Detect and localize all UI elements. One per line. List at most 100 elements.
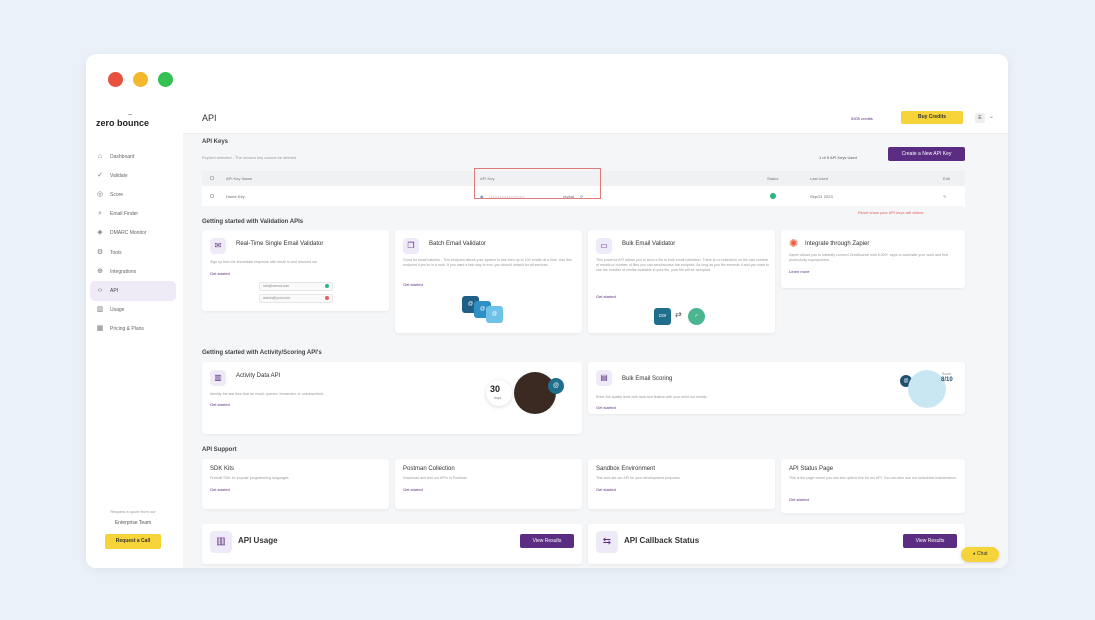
verified-icon: ✓ (688, 308, 705, 325)
get-started-link[interactable]: Get started (210, 271, 230, 276)
sidebar-item-integrations[interactable]: ⊕ Integrations (90, 262, 176, 281)
price-tag-icon: ▦ (96, 325, 104, 333)
row-checkbox[interactable] (210, 194, 214, 198)
card-api-usage: ▥ API Usage View Results (202, 524, 582, 564)
card-bulk-validator[interactable]: ▭ Bulk Email Validator This powerful API… (588, 230, 775, 333)
minimize-window-button[interactable] (133, 72, 148, 87)
person-avatar (908, 370, 946, 408)
bar-chart-icon: ▥ (210, 531, 232, 553)
card-sdk-kits[interactable]: SDK Kits Prebuilt SDK for popular progra… (202, 459, 389, 509)
get-started-link[interactable]: Get started (596, 487, 616, 492)
zapier-icon: ✺ (789, 238, 799, 250)
card-zapier[interactable]: ✺ Integrate through Zapier Zapier allows… (781, 230, 965, 288)
card-api-callback: ⇆ API Callback Status View Results (588, 524, 965, 564)
sidebar-item-pricing[interactable]: ▦ Pricing & Plans (90, 320, 176, 339)
sidebar-item-usage[interactable]: ▥ Usage (90, 301, 176, 320)
card-title: Batch Email Validator (429, 241, 486, 247)
column-header: Edit (943, 176, 950, 181)
avatar[interactable]: E (975, 113, 985, 123)
promo-team: Enterprise Team (114, 520, 152, 526)
card-bulk-scoring[interactable]: ▤ Bulk Email Scoring Enter the quality l… (588, 362, 965, 414)
logo[interactable]: zero bounce (96, 118, 149, 128)
activity-section-title: Getting started with Activity/Scoring AP… (202, 350, 322, 356)
sidebar-item-dashboard[interactable]: ⌂ Dashboard (90, 147, 176, 166)
plug-icon: ⊕ (97, 267, 103, 275)
sidebar-item-validate[interactable]: ✓ Validate (90, 166, 176, 185)
card-batch-validator[interactable]: ❐ Batch Email Validator Good for small b… (395, 230, 582, 333)
search-icon: ⌕ (98, 210, 102, 218)
get-started-link[interactable]: Get started (210, 402, 230, 407)
get-started-link[interactable]: Get started (403, 487, 423, 492)
chat-label: Chat (976, 551, 988, 557)
card-title: API Usage (238, 536, 278, 545)
learn-more-link[interactable]: Learn more (789, 269, 809, 274)
view-results-button[interactable]: View Results (520, 534, 574, 548)
reset-keys-link[interactable]: Reset show your API keys will others (858, 210, 923, 215)
card-desc: Test and use our API for your developmen… (596, 476, 680, 480)
maximize-window-button[interactable] (158, 72, 173, 87)
card-title: Postman Collection (403, 466, 455, 472)
email-icon: @ (548, 378, 564, 394)
sidebar-item-label: DMARC Monitor (110, 230, 147, 237)
sidebar-item-score[interactable]: ◎ Score (90, 185, 176, 204)
score-card-icon: ▤ (596, 370, 612, 386)
sidebar-item-api[interactable]: ‹› API (90, 281, 176, 301)
get-started-link[interactable]: Get started (596, 405, 616, 410)
card-realtime-validator[interactable]: ✉ Real-Time Single Email Validator Sign … (202, 230, 389, 311)
card-postman[interactable]: Postman Collection Download and test our… (395, 459, 582, 509)
chevron-down-icon[interactable]: ⌄ (989, 113, 994, 120)
get-started-link[interactable]: Get started (403, 282, 423, 287)
sidebar-item-label: Integrations (110, 268, 137, 275)
column-header: Last Used (810, 176, 829, 181)
score-value: 8/10 (941, 377, 953, 383)
sidebar-item-label: Pricing & Plans (110, 326, 144, 333)
days-label: days (494, 396, 502, 400)
card-title: Bulk Email Scoring (622, 376, 673, 382)
sidebar-nav: ⌂ Dashboard ✓ Validate ◎ Score ⌕ Email Finde… (90, 147, 176, 339)
csv-file-icon: csv (654, 308, 671, 325)
credits-count[interactable]: 5305 credits (851, 116, 873, 121)
get-started-link[interactable]: Get started (789, 497, 809, 502)
sidebar-item-label: API (110, 287, 119, 294)
card-desc: This is the page where you can see uptim… (789, 476, 958, 480)
status-badge (770, 193, 776, 199)
select-all-checkbox[interactable] (210, 176, 214, 180)
home-icon: ⌂ (97, 152, 103, 160)
card-title: Real-Time Single Email Validator (236, 241, 324, 247)
card-desc: Prebuilt SDK for popular programming lan… (210, 476, 289, 480)
page-title: API (202, 113, 217, 123)
sidebar-item-tools[interactable]: ⚙ Tools (90, 243, 176, 262)
get-started-link[interactable]: Get started (210, 487, 230, 492)
card-desc: Sign up form for immediate response with… (210, 260, 318, 264)
create-api-key-button[interactable]: Create a New API Key (888, 147, 965, 161)
close-window-button[interactable] (108, 72, 123, 87)
app: ~ zero bounce ⌂ Dashboard ✓ Validate ◎ Scor… (86, 104, 1008, 568)
get-started-link[interactable]: Get started (596, 294, 616, 299)
api-keys-note: Expired selected - The chosen key cannot… (202, 155, 297, 160)
envelope-icon: ✉ (210, 238, 226, 254)
view-results-button[interactable]: View Results (903, 534, 957, 548)
card-title: API Callback Status (624, 536, 700, 545)
days-number: 30 (490, 384, 501, 394)
bar-chart-icon: ▥ (210, 370, 226, 386)
pencil-icon[interactable]: ✎ (943, 194, 946, 199)
sidebar: ~ zero bounce ⌂ Dashboard ✓ Validate ◎ Scor… (86, 104, 183, 568)
card-activity-data[interactable]: ▥ Activity Data API Identify the last ti… (202, 362, 582, 434)
sidebar-item-dmarc-monitor[interactable]: ◈ DMARC Monitor (90, 224, 176, 243)
shield-icon: ◈ (97, 229, 103, 237)
card-desc: This powerful API allows you to send a f… (596, 258, 769, 272)
buy-credits-button[interactable]: Buy Credits (901, 111, 963, 124)
card-title: API Status Page (789, 466, 834, 472)
enterprise-promo: Request a quote from our Enterprise Team… (98, 509, 168, 549)
card-api-status[interactable]: API Status Page This is the page where y… (781, 459, 965, 513)
valid-indicator-icon (325, 284, 329, 288)
request-call-button[interactable]: Request a Call (105, 534, 161, 549)
sidebar-item-email-finder[interactable]: ⌕ Email Finder (90, 205, 176, 224)
card-title: Sandbox Environment (596, 466, 656, 472)
card-title: Integrate through Zapier (805, 241, 870, 247)
chat-button[interactable]: ◕ Chat (961, 547, 999, 562)
card-sandbox[interactable]: Sandbox Environment Test and use our API… (588, 459, 775, 509)
sidebar-item-label: Score (110, 191, 124, 198)
key-name: Home Key (226, 194, 245, 199)
card-title: SDK Kits (210, 466, 235, 472)
